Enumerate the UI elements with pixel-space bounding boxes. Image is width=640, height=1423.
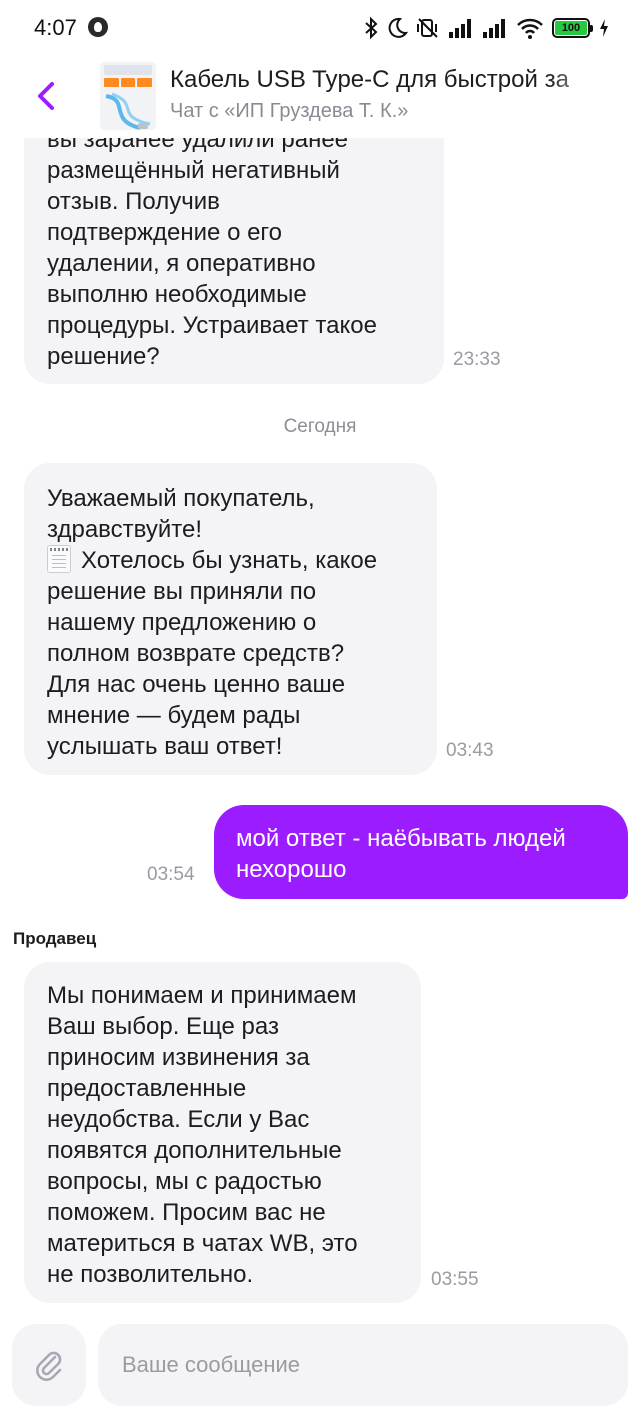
battery-level: 100 xyxy=(555,21,587,35)
status-bar: 4:07 100 xyxy=(0,0,640,56)
sender-label: Продавец xyxy=(13,929,97,948)
product-thumbnail[interactable] xyxy=(100,62,156,130)
wifi-icon xyxy=(517,18,543,39)
message-time: 03:43 xyxy=(446,740,494,761)
message-time: 03:54 xyxy=(147,864,195,885)
moon-icon xyxy=(388,17,408,38)
thumb-badges xyxy=(104,78,153,87)
message-bubble-incoming: Мы понимаем и принимаем Ваш выбор. Еще р… xyxy=(24,962,421,1303)
message-text: Уважаемый покупатель, здравствуйте! xyxy=(47,485,315,543)
charging-icon xyxy=(600,19,608,37)
message-time: 23:33 xyxy=(453,349,501,370)
chat-header: Кабель USB Type-C для быстрой за Чат с «… xyxy=(0,56,640,138)
battery-icon: 100 xyxy=(552,18,593,38)
bluetooth-icon xyxy=(365,16,378,40)
attach-button[interactable] xyxy=(12,1324,86,1406)
message-text: вы заранее удалили ранее размещённый нег… xyxy=(47,126,377,370)
message-time: 03:55 xyxy=(431,1269,479,1290)
back-arrow-icon[interactable] xyxy=(28,74,68,118)
message-text: Хотелось бы узнать, какое решение вы при… xyxy=(47,545,421,762)
message-bubble-incoming: Уважаемый покупатель, здравствуйте! Хоте… xyxy=(24,463,437,775)
message-bubble-outgoing: мой ответ - наёбывать людей нехорошо xyxy=(214,805,628,899)
message-text: Мы понимаем и принимаем Ваш выбор. Еще р… xyxy=(47,982,358,1288)
message-text: мой ответ - наёбывать людей нехорошо xyxy=(236,825,566,883)
vk-notification-icon xyxy=(88,17,108,37)
message-bubble-incoming: вы заранее удалили ранее размещённый нег… xyxy=(24,98,444,384)
notepad-icon xyxy=(47,545,71,573)
chat-title: Кабель USB Type-C для быстрой за xyxy=(170,66,569,93)
chat-subtitle: Чат с «ИП Груздева Т. К.» xyxy=(170,100,409,122)
status-time: 4:07 xyxy=(34,15,77,40)
signal-icon xyxy=(483,19,505,38)
signal-icon xyxy=(449,19,471,38)
date-separator: Сегодня xyxy=(283,416,357,437)
status-icons: 100 xyxy=(364,14,610,42)
message-text-rest: Хотелось бы узнать, какое решение вы при… xyxy=(47,547,378,760)
message-input[interactable] xyxy=(98,1324,628,1406)
thumb-label xyxy=(104,65,152,75)
vibrate-off-icon xyxy=(417,18,438,38)
paperclip-icon xyxy=(36,1351,62,1381)
cable-image-icon xyxy=(105,92,151,130)
